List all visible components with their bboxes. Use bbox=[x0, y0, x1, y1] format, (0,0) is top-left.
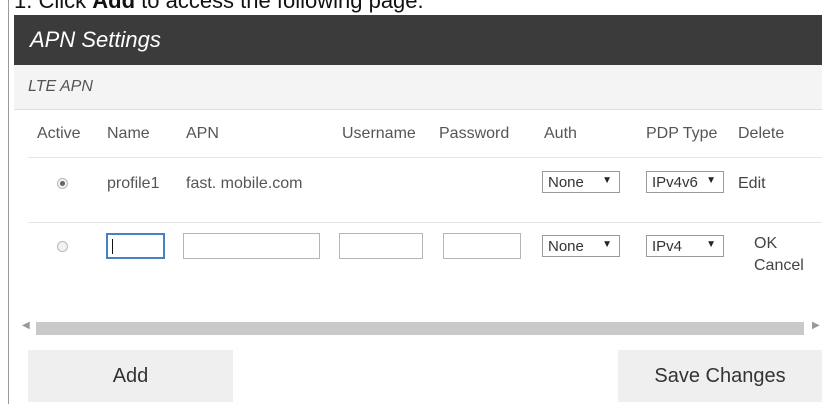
column-header-username: Username bbox=[342, 125, 416, 142]
ok-link[interactable]: OK bbox=[754, 235, 777, 253]
new-password-input[interactable] bbox=[443, 233, 521, 259]
panel-title: APN Settings bbox=[30, 27, 161, 52]
pdp-type-select-profile1[interactable]: IPv4v6 ▼ bbox=[646, 171, 724, 193]
horizontal-scrollbar[interactable]: ◀ ▶ bbox=[14, 318, 822, 336]
active-radio-profile1[interactable] bbox=[57, 178, 68, 189]
triangle-down-icon: ▼ bbox=[602, 239, 612, 250]
caption-bold: Add bbox=[92, 0, 136, 13]
pdp-type-select-new[interactable]: IPv4 ▼ bbox=[646, 235, 724, 257]
auth-select-new[interactable]: None ▼ bbox=[542, 235, 620, 257]
panel-subtitle: LTE APN bbox=[28, 78, 93, 95]
row-divider bbox=[28, 222, 822, 223]
auth-select-profile1[interactable]: None ▼ bbox=[542, 171, 620, 193]
new-name-input[interactable] bbox=[106, 233, 165, 259]
cancel-link[interactable]: Cancel bbox=[754, 257, 804, 275]
caption-suffix: to access the following page. bbox=[135, 0, 424, 13]
pdp-type-select-value: IPv4v6 bbox=[652, 173, 698, 191]
column-header-delete: Delete bbox=[738, 125, 785, 142]
column-header-active: Active bbox=[37, 125, 81, 142]
new-username-input[interactable] bbox=[339, 233, 423, 259]
row-divider bbox=[28, 157, 822, 158]
arrow-left-icon[interactable]: ◀ bbox=[22, 320, 30, 331]
auth-select-value: None bbox=[548, 173, 584, 191]
lte-apn-subheader: LTE APN bbox=[14, 65, 822, 110]
scrollbar-thumb[interactable] bbox=[36, 322, 804, 335]
active-radio-new[interactable] bbox=[57, 241, 68, 252]
triangle-down-icon: ▼ bbox=[706, 239, 716, 250]
new-apn-input[interactable] bbox=[183, 233, 320, 259]
apn-settings-header: APN Settings bbox=[14, 15, 822, 65]
profile-apn: fast. mobile.com bbox=[186, 175, 303, 192]
column-header-pdp-type: PDP Type bbox=[646, 125, 718, 142]
caption-prefix: 1. Click bbox=[14, 0, 93, 13]
arrow-right-icon[interactable]: ▶ bbox=[812, 320, 820, 331]
triangle-down-icon: ▼ bbox=[602, 175, 612, 186]
add-button[interactable]: Add bbox=[28, 350, 233, 402]
page-left-rule bbox=[8, 0, 9, 404]
edit-link[interactable]: Edit bbox=[738, 175, 766, 193]
profile-name: profile1 bbox=[107, 175, 160, 192]
apn-table: Active Name APN Username Password Auth P… bbox=[14, 110, 822, 310]
pdp-type-select-value: IPv4 bbox=[652, 237, 683, 255]
column-header-password: Password bbox=[439, 125, 510, 142]
document-caption: 1. Click Add to access the following pag… bbox=[14, 0, 424, 14]
column-header-name: Name bbox=[107, 125, 150, 142]
column-header-auth: Auth bbox=[544, 125, 577, 142]
triangle-down-icon: ▼ bbox=[706, 175, 716, 186]
auth-select-value: None bbox=[548, 237, 584, 255]
column-header-apn: APN bbox=[186, 125, 219, 142]
text-caret bbox=[112, 239, 113, 254]
save-changes-button[interactable]: Save Changes bbox=[618, 350, 822, 402]
